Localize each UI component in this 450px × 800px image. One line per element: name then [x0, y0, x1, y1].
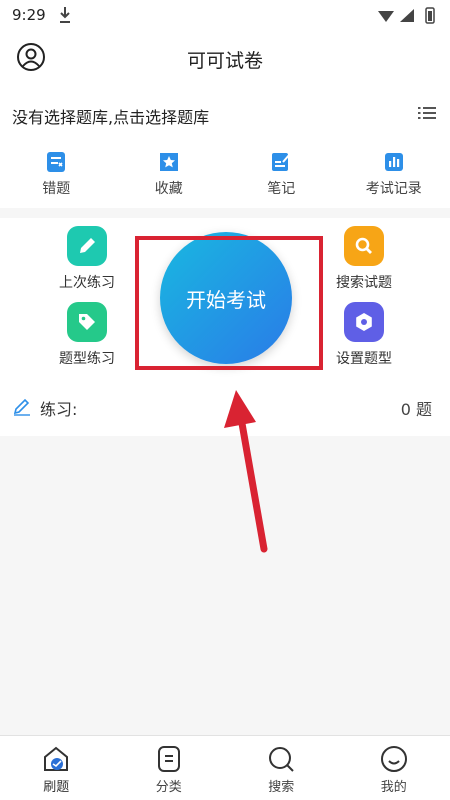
- tag-icon: [67, 302, 107, 342]
- type-practice-label: 题型练习: [59, 351, 115, 367]
- system-status-icons: [378, 7, 435, 24]
- bottom-nav: 刷题 分类 搜索 我的: [0, 735, 450, 800]
- last-practice-button[interactable]: 上次练习: [47, 226, 127, 292]
- favorites-icon: [159, 153, 178, 171]
- exam-records-icon: [384, 153, 403, 171]
- nav-item-profile[interactable]: 我的: [338, 736, 450, 800]
- app-header: 可可试卷: [0, 32, 450, 84]
- category-icon: [157, 746, 180, 772]
- search-icon: [269, 747, 294, 772]
- last-practice-label: 上次练习: [59, 275, 115, 291]
- search-questions-button[interactable]: 搜索试题: [324, 226, 404, 292]
- wifi-icon: [378, 11, 394, 22]
- signal-icon: [400, 9, 414, 22]
- quick-label: 收藏: [154, 181, 183, 197]
- quick-label: 笔记: [267, 181, 296, 197]
- nav-item-search[interactable]: 搜索: [225, 736, 338, 800]
- quick-item-wrong[interactable]: 错题: [0, 142, 113, 208]
- select-bank-row[interactable]: 没有选择题库,点击选择题库: [0, 84, 450, 142]
- quick-actions: 错题 收藏 笔记 考试记录: [0, 142, 450, 208]
- settings-icon: [344, 302, 384, 342]
- nav-label: 分类: [155, 780, 182, 795]
- page-title: 可可试卷: [186, 50, 263, 72]
- set-types-label: 设置题型: [336, 351, 392, 367]
- annotation-highlight-box: [135, 236, 323, 370]
- edit-icon: [13, 398, 30, 416]
- nav-label: 搜索: [268, 780, 295, 795]
- practice-label: 练习:: [40, 400, 78, 419]
- status-time: 9:29: [12, 6, 46, 24]
- quick-item-exam-records[interactable]: 考试记录: [338, 142, 450, 208]
- quick-label: 错题: [42, 181, 71, 197]
- set-types-button[interactable]: 设置题型: [324, 302, 404, 368]
- annotation-arrow: [224, 390, 268, 553]
- quick-item-notes[interactable]: 笔记: [225, 142, 338, 208]
- pencil-icon: [67, 226, 107, 266]
- profile-icon: [380, 746, 407, 772]
- home-icon: [44, 746, 69, 771]
- quick-item-favorites[interactable]: 收藏: [113, 142, 226, 208]
- list-icon[interactable]: [418, 106, 436, 120]
- nav-item-practice[interactable]: 刷题: [0, 736, 113, 800]
- status-bar: 9:29: [0, 0, 450, 32]
- magnifier-icon: [344, 226, 384, 266]
- nav-item-category[interactable]: 分类: [113, 736, 226, 800]
- notes-icon: [272, 153, 292, 171]
- select-bank-prompt[interactable]: 没有选择题库,点击选择题库: [12, 104, 209, 128]
- search-questions-label: 搜索试题: [336, 275, 392, 291]
- wrong-questions-icon: [47, 152, 66, 172]
- type-practice-button[interactable]: 题型练习: [47, 302, 127, 368]
- practice-count: 0 题: [400, 400, 432, 419]
- nav-label: 我的: [380, 780, 407, 795]
- nav-label: 刷题: [43, 780, 70, 795]
- quick-label: 考试记录: [365, 181, 422, 197]
- download-icon: [60, 7, 70, 23]
